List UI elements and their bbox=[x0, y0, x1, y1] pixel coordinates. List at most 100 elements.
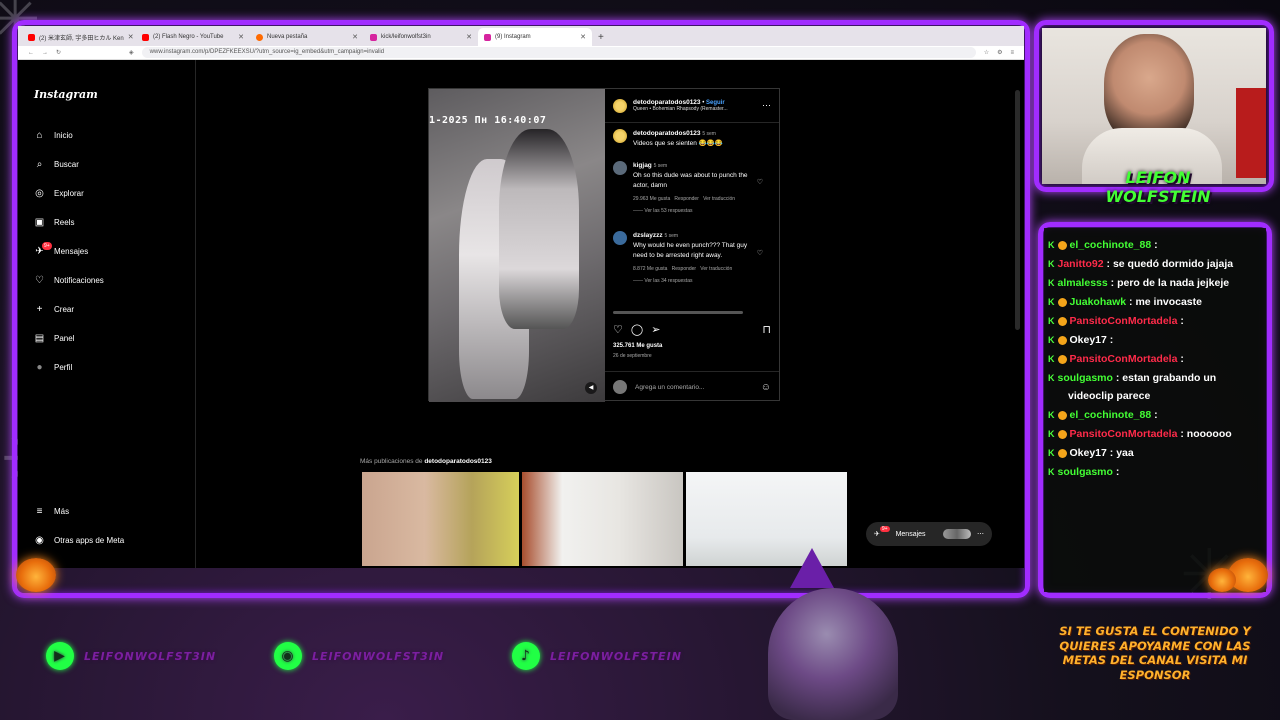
view-replies-button[interactable]: Ver las 53 respuestas bbox=[644, 208, 692, 214]
post-thumbnail[interactable] bbox=[522, 472, 683, 566]
heart-icon[interactable]: ♡ bbox=[757, 178, 763, 186]
tab-bar: (2) 米津玄師, 宇多田ヒカル Ken ✕ (2) Flash Negro - … bbox=[18, 26, 1024, 46]
comments-scrollbar[interactable] bbox=[613, 311, 743, 314]
avatar[interactable] bbox=[613, 231, 627, 245]
back-icon[interactable]: ← bbox=[28, 50, 34, 56]
nav-label: Perfil bbox=[54, 363, 73, 372]
nav-item-panel[interactable]: ▤ Panel bbox=[34, 333, 75, 344]
chat-username[interactable]: Janitto92 bbox=[1058, 258, 1104, 270]
translate-button[interactable]: Ver traducción bbox=[700, 266, 732, 272]
kick-badge-icon: K bbox=[1048, 429, 1055, 439]
forward-icon[interactable]: → bbox=[42, 50, 48, 56]
star-icon[interactable]: ☆ bbox=[984, 49, 989, 56]
nav-item-crear[interactable]: + Crear bbox=[34, 304, 74, 315]
comment-likes[interactable]: 29.963 Me gusta bbox=[633, 196, 670, 202]
chat-username[interactable]: Okey17 bbox=[1070, 447, 1107, 459]
chat-message: K Okey17 : yaa bbox=[1048, 444, 1260, 462]
shield-icon[interactable]: ◈ bbox=[129, 49, 134, 56]
social-tiktok[interactable]: ♪ LEIFONWOLFSTEIN bbox=[512, 642, 682, 670]
close-icon[interactable]: ✕ bbox=[466, 33, 472, 41]
new-tab-button[interactable]: + bbox=[592, 32, 610, 46]
plus-icon: + bbox=[36, 304, 43, 315]
nav-item-explorar[interactable]: ◎ Explorar bbox=[34, 188, 84, 199]
nav-item-reels[interactable]: ▣ Reels bbox=[34, 217, 75, 228]
nav-item-notificaciones[interactable]: ♡ Notificaciones bbox=[34, 275, 104, 286]
chat-username[interactable]: Okey17 bbox=[1070, 334, 1107, 346]
chat-username[interactable]: Juakohawk bbox=[1070, 296, 1127, 308]
avatar[interactable] bbox=[613, 129, 627, 143]
chat-username[interactable]: PansitoConMortadela bbox=[1070, 428, 1178, 440]
chat-username[interactable]: soulgasmo bbox=[1058, 466, 1113, 478]
comment-username[interactable]: dzslayzzz bbox=[633, 232, 663, 239]
post-username[interactable]: detodoparatodos0123 bbox=[633, 99, 701, 106]
post-audio[interactable]: Queen • Bohemian Rhapsody (Remaster... bbox=[633, 106, 728, 112]
nav-item-mensajes[interactable]: ✈ 9+ Mensajes bbox=[34, 242, 88, 257]
chat-username[interactable]: PansitoConMortadela bbox=[1070, 315, 1178, 327]
chat-username[interactable]: PansitoConMortadela bbox=[1070, 353, 1178, 365]
more-options-icon[interactable]: ⋯ bbox=[762, 100, 771, 111]
view-replies-button[interactable]: Ver las 34 respuestas bbox=[644, 278, 692, 284]
heart-icon[interactable]: ♡ bbox=[757, 249, 763, 257]
more-posts-user[interactable]: detodoparatodos0123 bbox=[424, 458, 492, 465]
chat-message: Kel_cochinote_88 : bbox=[1048, 406, 1260, 424]
extensions-icon[interactable]: ⚙ bbox=[997, 49, 1002, 56]
browser-tab[interactable]: (2) 米津玄師, 宇多田ヒカル Ken ✕ bbox=[22, 28, 136, 46]
avatar[interactable] bbox=[613, 161, 627, 175]
messages-pill[interactable]: ✈ 9+ Mensajes ⋯ bbox=[866, 522, 992, 546]
comment-username[interactable]: detodoparatodos0123 bbox=[633, 130, 701, 137]
chat-username[interactable]: el_cochinote_88 bbox=[1070, 239, 1152, 251]
close-icon[interactable]: ✕ bbox=[128, 33, 134, 41]
comment-icon[interactable]: ◯ bbox=[631, 323, 643, 336]
url-field[interactable]: www.instagram.com/p/DPEZFKEEXSU/?utm_sou… bbox=[141, 47, 976, 58]
page-scrollbar[interactable] bbox=[1015, 90, 1020, 330]
browser-tab[interactable]: kick/leifonwolfst3in ✕ bbox=[364, 28, 478, 46]
sponsor-message: SI TE GUSTA EL CONTENIDO Y QUIERES APOYA… bbox=[1059, 624, 1251, 682]
witch-hat bbox=[790, 548, 834, 588]
reply-button[interactable]: Responder bbox=[674, 196, 698, 202]
social-kick[interactable]: ▶ LEIFONWOLFST3IN bbox=[46, 642, 216, 670]
bookmark-icon[interactable]: ⊓ bbox=[762, 323, 771, 336]
like-count[interactable]: 325.761 Me gusta bbox=[613, 343, 662, 349]
nav-item-inicio[interactable]: ⌂ Inicio bbox=[34, 130, 72, 141]
post-video[interactable]: 1-2025 Пн 16:40:07 ◀ bbox=[429, 89, 605, 402]
avatar[interactable] bbox=[613, 98, 627, 113]
nav-label: Otras apps de Meta bbox=[54, 536, 125, 545]
nav-item-meta-apps[interactable]: ◉ Otras apps de Meta bbox=[34, 535, 124, 546]
sub-badge-icon bbox=[1057, 335, 1067, 345]
instagram-logo[interactable]: Instagram bbox=[34, 88, 98, 101]
chat-username[interactable]: soulgasmo bbox=[1058, 372, 1113, 384]
reply-button[interactable]: Responder bbox=[672, 266, 696, 272]
comment-input[interactable]: Agrega un comentario... bbox=[635, 384, 753, 391]
nav-label: Explorar bbox=[54, 189, 84, 198]
menu-icon[interactable]: ≡ bbox=[1010, 50, 1014, 56]
kick-badge-icon: K bbox=[1048, 259, 1055, 269]
more-options-icon[interactable]: ⋯ bbox=[977, 530, 984, 538]
comment-box: Agrega un comentario... ☺ bbox=[605, 371, 779, 402]
comment-time: 5 sem bbox=[653, 163, 668, 169]
browser-tab[interactable]: Nueva pestaña ✕ bbox=[250, 28, 364, 46]
browser-tab[interactable]: (2) Flash Negro - YouTube ✕ bbox=[136, 28, 250, 46]
chat-username[interactable]: almalesss bbox=[1058, 277, 1108, 289]
browser-tab-active[interactable]: (9) Instagram ✕ bbox=[478, 28, 592, 46]
post-thumbnail[interactable] bbox=[362, 472, 519, 566]
like-icon[interactable]: ♡ bbox=[613, 323, 623, 336]
nav-item-mas[interactable]: ≡ Más bbox=[34, 506, 70, 517]
share-icon[interactable]: ➢ bbox=[651, 323, 660, 336]
favicon-icon bbox=[28, 33, 35, 41]
nav-item-perfil[interactable]: ● Perfil bbox=[34, 362, 72, 373]
social-handle: LEIFONWOLFST3IN bbox=[312, 649, 445, 663]
mute-icon[interactable]: ◀ bbox=[585, 382, 597, 394]
chat-message: K PansitoConMortadela : bbox=[1048, 312, 1260, 330]
close-icon[interactable]: ✕ bbox=[238, 33, 244, 41]
translate-button[interactable]: Ver traducción bbox=[703, 196, 735, 202]
social-twitch[interactable]: ◉ LEIFONWOLFST3IN bbox=[274, 642, 444, 670]
comment-username[interactable]: kigjag bbox=[633, 162, 652, 169]
comment-likes[interactable]: 8.872 Me gusta bbox=[633, 266, 667, 272]
close-icon[interactable]: ✕ bbox=[580, 33, 586, 41]
streamer-brand-logo: LEIFON WOLFSTEIN bbox=[1105, 168, 1211, 206]
nav-item-buscar[interactable]: ⌕ Buscar bbox=[34, 159, 79, 170]
emoji-icon[interactable]: ☺ bbox=[761, 382, 771, 393]
reload-icon[interactable]: ↻ bbox=[56, 49, 61, 56]
chat-username[interactable]: el_cochinote_88 bbox=[1070, 409, 1152, 421]
close-icon[interactable]: ✕ bbox=[352, 33, 358, 41]
